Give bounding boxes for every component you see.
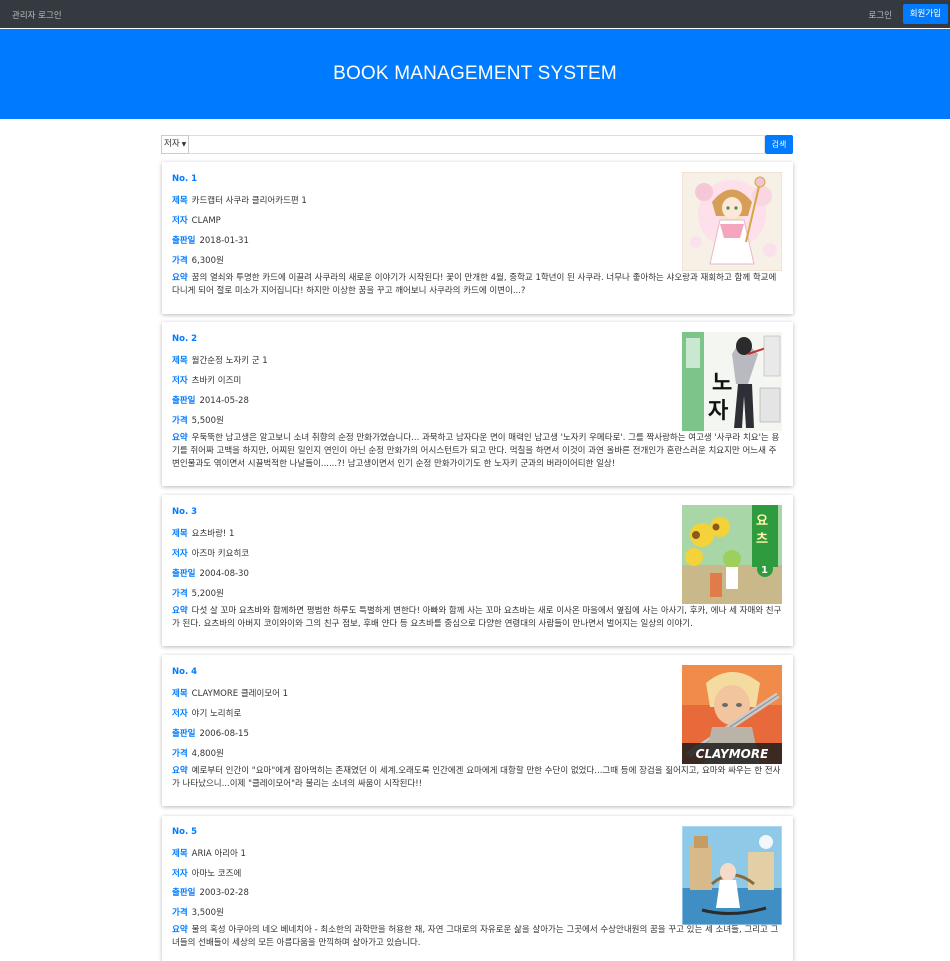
svg-text:자: 자 (708, 399, 729, 424)
published-label: 출판일 (172, 396, 196, 406)
book-author: 아즈마 키요히코 (191, 549, 250, 559)
book-price: 3,500원 (191, 908, 224, 918)
claymore-cover-text: CLAYMORE (696, 747, 769, 761)
author-label: 저자 (172, 376, 188, 386)
price-label: 가격 (172, 416, 188, 426)
claymore-cover-image[interactable]: CLAYMORE (682, 665, 782, 764)
search-button[interactable]: 검색 (765, 135, 793, 154)
summary-label: 요약 (172, 606, 188, 616)
aria-cover-image[interactable] (682, 826, 782, 925)
book-published: 2004-08-30 (199, 569, 249, 579)
search-field-select[interactable]: 저자 ▼ (161, 135, 189, 154)
search-field-selected: 저자 (164, 139, 180, 149)
book-summary: 우둑뚝한 남고생은 알고보니 소녀 취향의 순정 만화가였습니다... 과묵하고… (172, 433, 780, 469)
book-author: 츠바키 이즈미 (191, 376, 242, 386)
author-label: 저자 (172, 216, 188, 226)
book-title: ARIA 아리아 1 (191, 849, 246, 859)
summary-label: 요약 (172, 925, 188, 935)
book-published: 2018-01-31 (199, 236, 249, 246)
book-summary: 꿈의 열쇠와 투명한 카드에 이끌려 사쿠라의 새로운 이야기가 시작된다! 꽃… (172, 273, 777, 296)
book-card-1: No. 1 제목 카드캡터 사쿠라 클리어카드편 1 저자 CLAMP 출판일 201… (162, 162, 793, 314)
book-number: No. 5 (172, 827, 198, 837)
title-label: 제목 (172, 196, 188, 206)
summary-label: 요약 (172, 433, 188, 443)
book-title: 카드캡터 사쿠라 클리어카드편 1 (191, 196, 307, 206)
login-link[interactable]: 로그인 (869, 9, 892, 21)
svg-text:노: 노 (712, 371, 732, 396)
top-navbar: 관리자 로그인 로그인 회원가입 (0, 0, 950, 28)
book-price: 6,300원 (191, 256, 224, 266)
book-card-5: No. 5 제목 ARIA 아리아 1 저자 아마노 코즈에 출판일 2003-02-… (162, 816, 793, 961)
book-card-3: No. 3 제목 요츠바랑! 1 저자 아즈마 키요히코 출판일 2004-08-30… (162, 495, 793, 646)
search-input[interactable] (189, 135, 765, 154)
svg-text:1: 1 (761, 565, 768, 576)
sakura-cover-image[interactable] (682, 172, 782, 271)
book-summary: 다섯 살 꼬마 요츠바와 함께하면 평범한 하루도 특별하게 변한다! 아빠와 … (172, 606, 782, 629)
book-summary: 예로부터 인간이 "요마"에게 잡아먹히는 존재였던 이 세계.오래도록 인간에… (172, 766, 781, 789)
published-label: 출판일 (172, 569, 196, 579)
book-published: 2014-05-28 (199, 396, 249, 406)
book-title: 월간순정 노자키 군 1 (191, 356, 268, 366)
book-published: 2003-02-28 (199, 888, 249, 898)
book-title: 요츠바랑! 1 (191, 529, 235, 539)
hero-banner: BOOK MANAGEMENT SYSTEM (0, 29, 950, 119)
book-card-4: No. 4 제목 CLAYMORE 클레이모어 1 저자 야기 노리히로 출판일 20… (162, 655, 793, 806)
page-title: BOOK MANAGEMENT SYSTEM (333, 63, 617, 84)
book-number: No. 2 (172, 334, 198, 344)
book-number: No. 4 (172, 667, 198, 677)
book-price: 4,800원 (191, 749, 224, 759)
signup-button[interactable]: 회원가입 (902, 4, 948, 24)
author-label: 저자 (172, 709, 188, 719)
author-label: 저자 (172, 549, 188, 559)
book-number: No. 1 (172, 174, 198, 184)
published-label: 출판일 (172, 888, 196, 898)
summary-label: 요약 (172, 766, 188, 776)
book-summary: 물의 혹성 아쿠아의 네오 베네치아 - 최소한의 과학만을 허용한 채, 자연… (172, 925, 779, 948)
book-card-2: No. 2 제목 월간순정 노자키 군 1 저자 츠바키 이즈미 출판일 2014-0… (162, 322, 793, 486)
price-label: 가격 (172, 589, 188, 599)
caret-down-icon: ▼ (181, 141, 187, 148)
book-author: 야기 노리히로 (191, 709, 242, 719)
price-label: 가격 (172, 256, 188, 266)
title-label: 제목 (172, 849, 188, 859)
nozaki-cover-image[interactable]: 노 자 (682, 332, 782, 431)
search-bar: 저자 ▼ 검색 (161, 135, 793, 154)
price-label: 가격 (172, 749, 188, 759)
book-author: 아마노 코즈에 (191, 869, 242, 879)
summary-label: 요약 (172, 273, 188, 283)
svg-text:요: 요 (756, 514, 768, 529)
book-author: CLAMP (191, 216, 221, 226)
admin-login-link[interactable]: 관리자 로그인 (12, 9, 62, 21)
published-label: 출판일 (172, 236, 196, 246)
svg-text:츠: 츠 (756, 532, 768, 547)
published-label: 출판일 (172, 729, 196, 739)
book-price: 5,500원 (191, 416, 224, 426)
author-label: 저자 (172, 869, 188, 879)
book-published: 2006-08-15 (199, 729, 249, 739)
title-label: 제목 (172, 356, 188, 366)
yotsuba-cover-image[interactable]: 요 츠 1 (682, 505, 782, 604)
title-label: 제목 (172, 689, 188, 699)
book-number: No. 3 (172, 507, 198, 517)
title-label: 제목 (172, 529, 188, 539)
book-title: CLAYMORE 클레이모어 1 (191, 689, 289, 699)
book-price: 5,200원 (191, 589, 224, 599)
price-label: 가격 (172, 908, 188, 918)
